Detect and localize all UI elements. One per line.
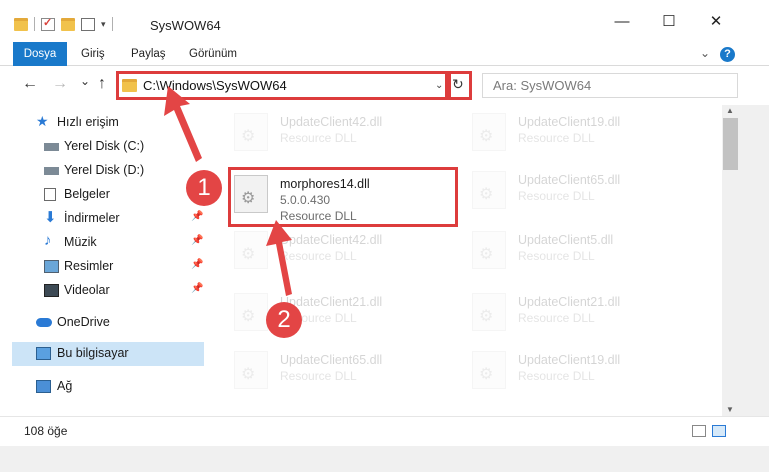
step-2-callout: 2 [266,302,302,338]
step-1-callout: 1 [186,170,222,206]
arrow-1 [164,86,202,162]
annotation-arrows [164,86,292,296]
arrow-2 [266,220,292,296]
